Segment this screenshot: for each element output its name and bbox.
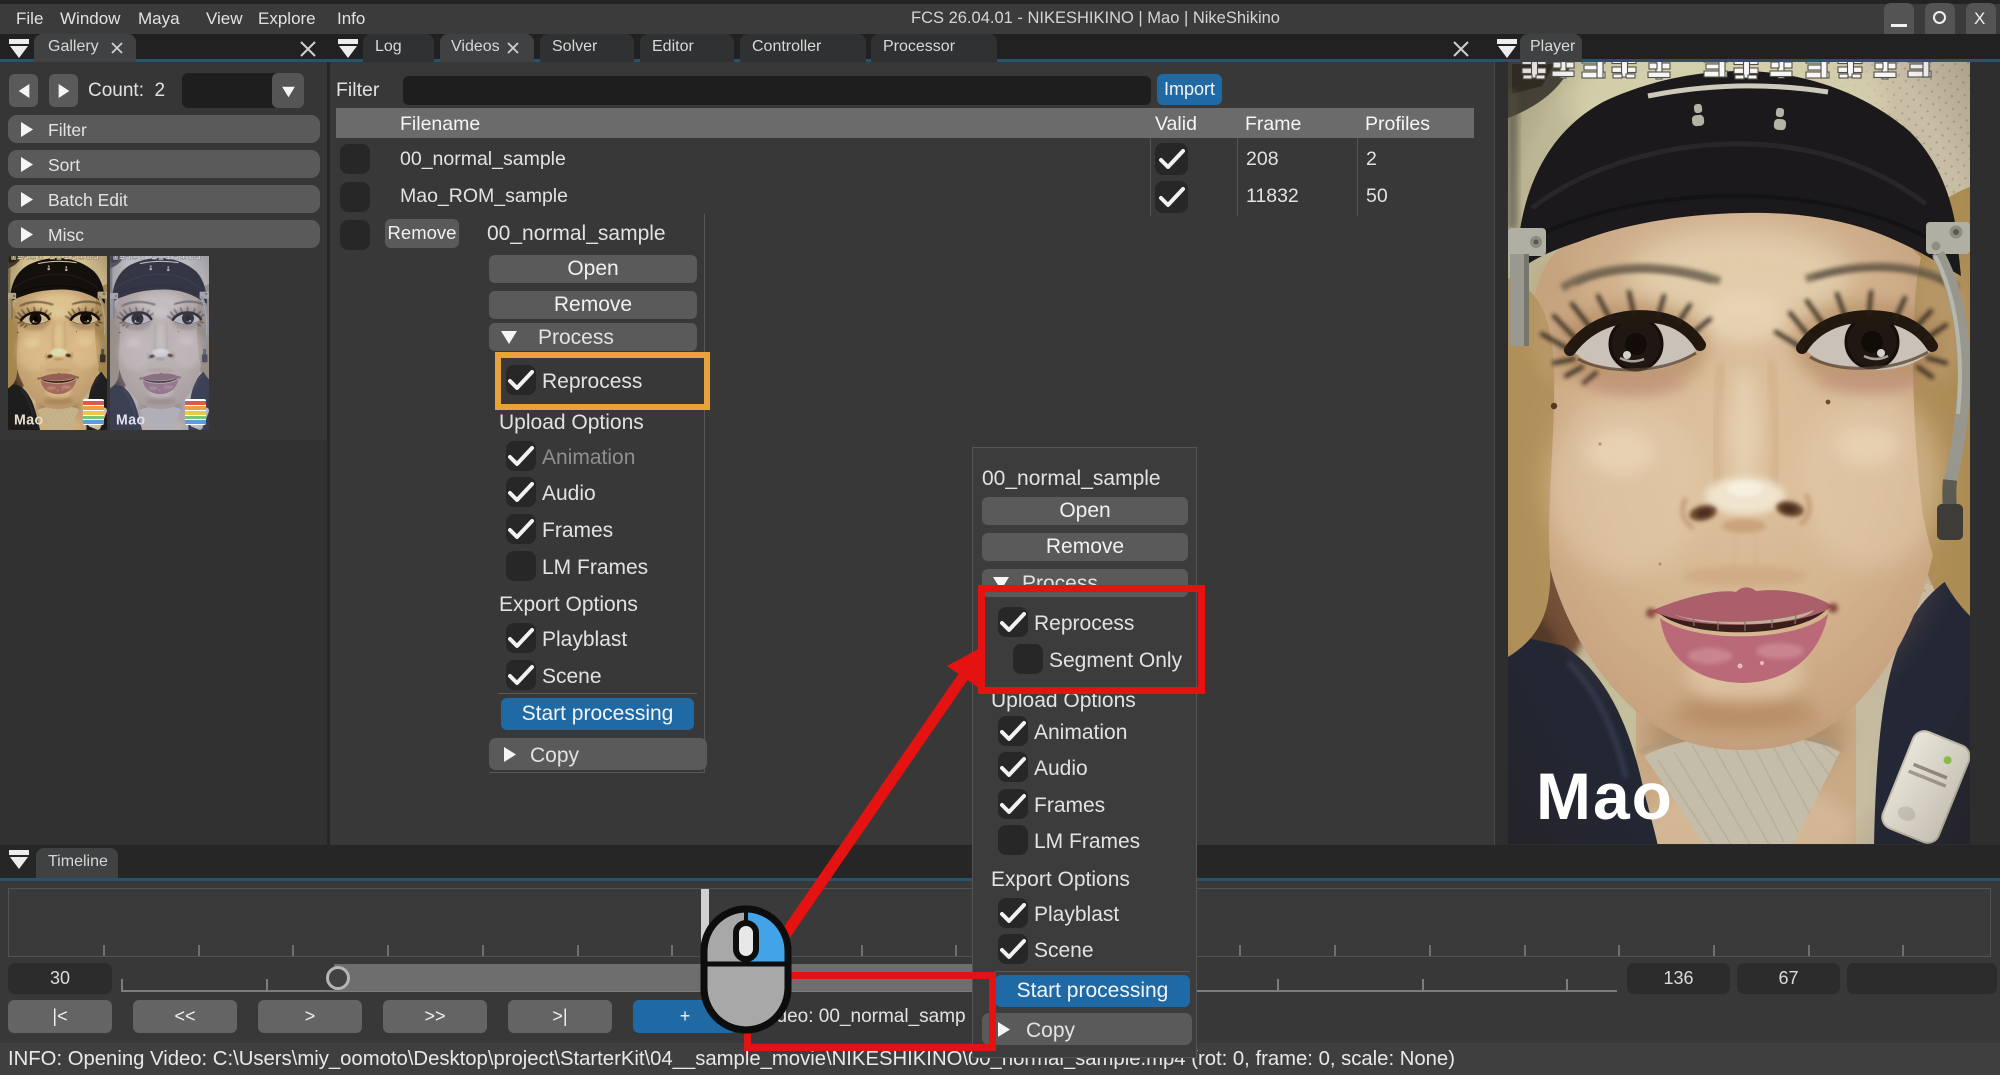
- svg-text:Mao: Mao: [1536, 759, 1674, 833]
